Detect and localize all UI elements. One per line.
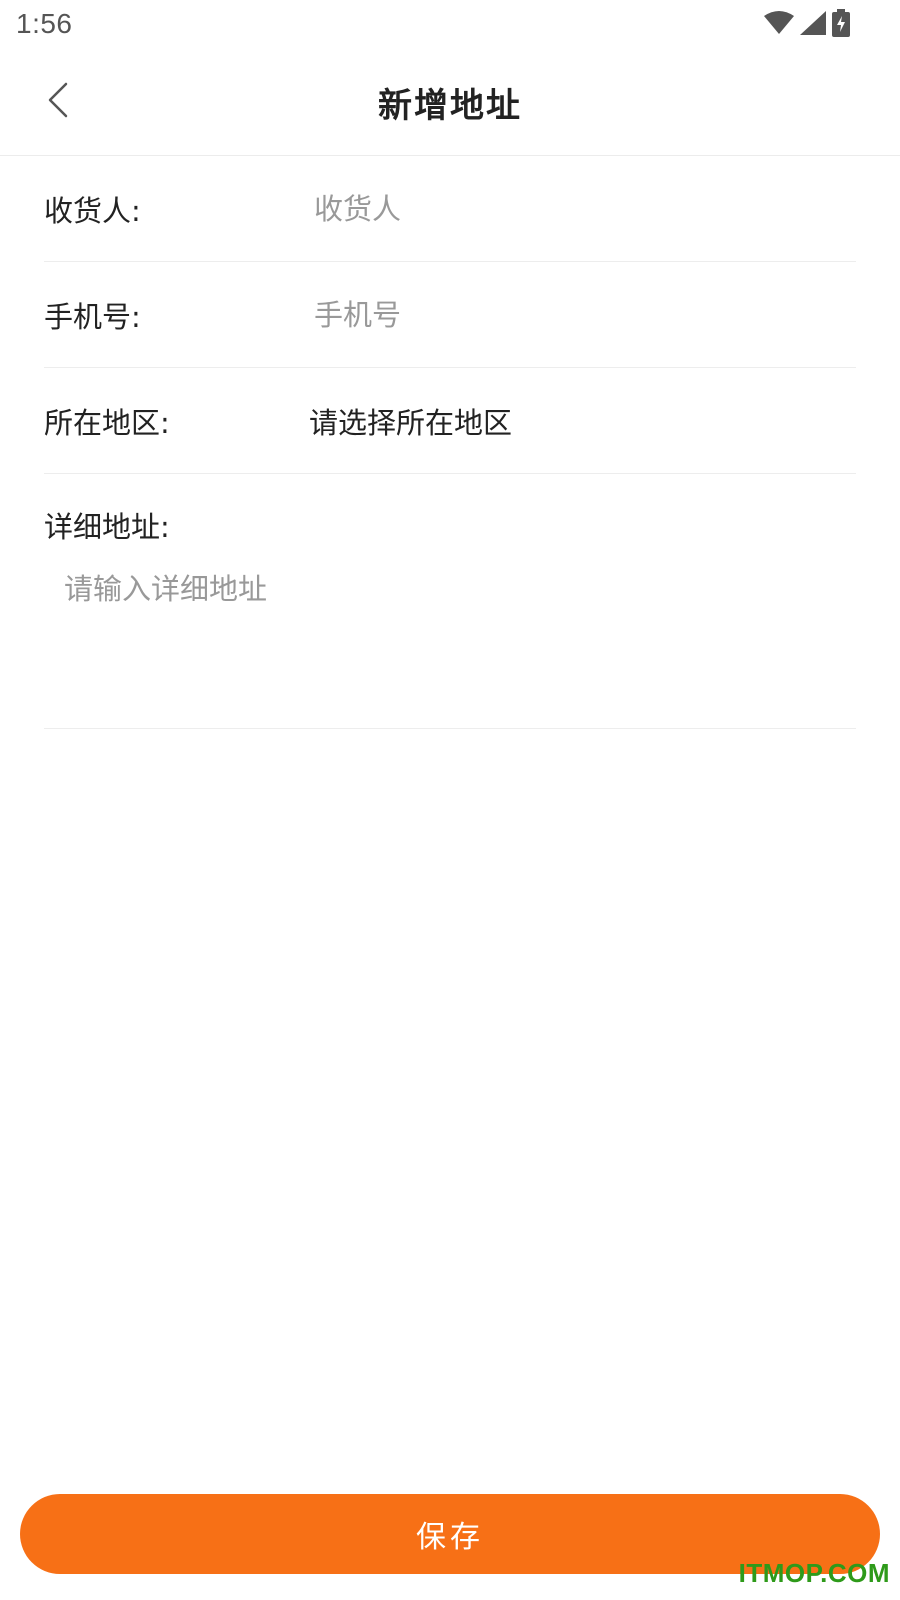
region-selector[interactable]: 请选择所在地区 [309, 400, 512, 442]
recipient-row: 收货人: [44, 156, 856, 262]
watermark-text: ITMOP.COM [738, 1558, 890, 1588]
detail-address-label: 详细地址: [44, 510, 170, 544]
recipient-input[interactable] [314, 183, 834, 234]
status-bar: 1:56 [0, 0, 900, 50]
phone-input[interactable] [314, 289, 834, 340]
phone-row: 手机号: [44, 262, 856, 368]
region-label: 所在地区: [44, 405, 170, 440]
detail-address-row: 详细地址: [44, 474, 856, 729]
region-row[interactable]: 所在地区: 请选择所在地区 [44, 368, 856, 474]
detail-address-textarea[interactable] [64, 566, 844, 706]
address-form: 收货人: 手机号: 所在地区: 请选择所在地区 详细地址: [44, 156, 856, 729]
cellular-signal-icon [800, 11, 826, 35]
nav-bar: 新增地址 [0, 50, 900, 156]
status-time: 1:56 [16, 8, 73, 39]
status-icons [764, 8, 850, 38]
add-address-screen: 1:56 新增地址 收货人: 收货人 手机号: 手机号 所在地区: 请选择所在地… [0, 0, 900, 1600]
recipient-label: 收货人: [44, 193, 141, 228]
phone-label: 手机号: [44, 299, 141, 334]
wifi-icon [764, 11, 794, 35]
battery-charging-icon [832, 9, 850, 37]
page-title: 新增地址 [378, 86, 522, 126]
